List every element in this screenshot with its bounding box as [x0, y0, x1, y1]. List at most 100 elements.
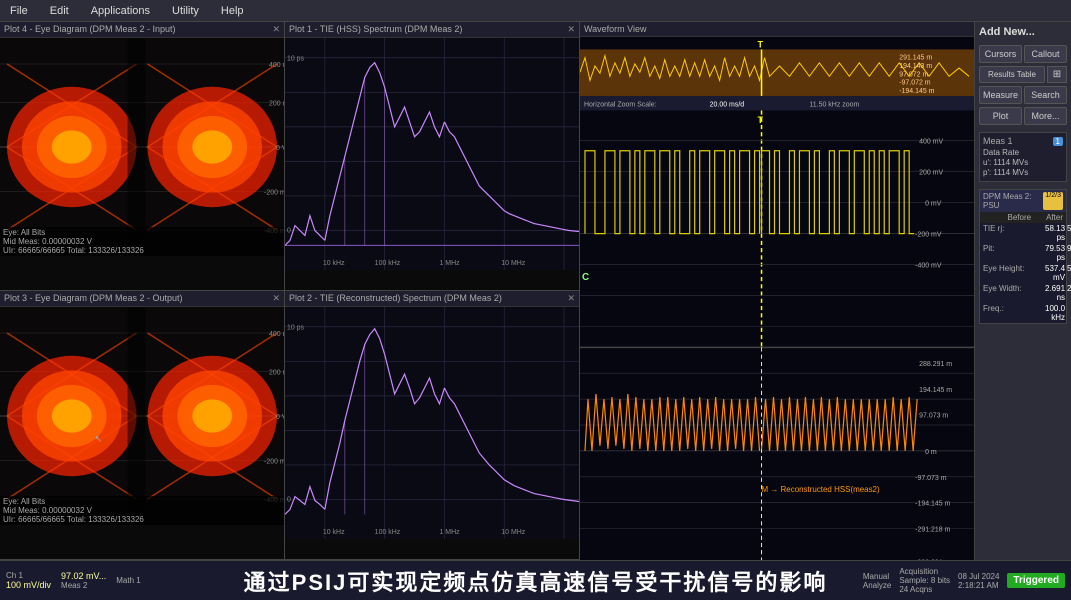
results-icon: ⊞	[1047, 66, 1067, 83]
svg-text:100 kHz: 100 kHz	[375, 529, 401, 536]
more-button[interactable]: More...	[1024, 107, 1067, 125]
svg-text:291.145 m: 291.145 m	[899, 54, 932, 62]
dpm-row-2: Eye Height: 537.4 mV 559.6 mV	[980, 263, 1066, 283]
dpm-after-2: 559.6 mV	[1067, 264, 1071, 282]
eye1-footer-line1: Eye: All Bits	[3, 228, 281, 237]
menu-applications[interactable]: Applications	[85, 3, 156, 19]
svg-text:400 mV: 400 mV	[269, 330, 284, 338]
meas1-data-rate-label: Data Rate	[983, 148, 1019, 157]
datetime-status: 08 Jul 2024 2:18:21 AM	[958, 572, 999, 590]
svg-text:C: C	[582, 272, 590, 283]
meas1-val: u': 1114 MVs	[983, 158, 1028, 167]
svg-text:288.291 m: 288.291 m	[919, 360, 952, 368]
meas1-sub-row: p': 1114 MVs	[983, 168, 1063, 177]
menu-help[interactable]: Help	[215, 3, 250, 19]
svg-text:400 mV: 400 mV	[919, 137, 943, 145]
svg-text:-200 mV: -200 mV	[264, 458, 284, 466]
mode-label: Manual	[863, 572, 891, 581]
svg-text:97.073 m: 97.073 m	[919, 412, 948, 420]
sidebar-row-3: Measure Search	[979, 86, 1067, 104]
time-label: 2:18:21 AM	[958, 581, 999, 590]
triggered-badge: Triggered	[1007, 573, 1065, 588]
spec1-svg: 10 ps 0 10 kHz 100 kHz 1 MHz 10 MHz	[285, 38, 579, 270]
left-panel-group: Plot 4 - Eye Diagram (DPM Meas 2 - Input…	[0, 22, 285, 560]
svg-text:1 MHz: 1 MHz	[439, 260, 460, 267]
panel-title-eye2: Plot 3 - Eye Diagram (DPM Meas 2 - Outpu…	[0, 291, 284, 307]
svg-text:200 mV: 200 mV	[269, 368, 284, 376]
dpm-col-after: After	[1046, 213, 1063, 222]
eye1-close[interactable]: ✕	[272, 24, 280, 35]
dpm-label-3: Eye Width:	[983, 284, 1043, 302]
menu-bar: File Edit Applications Utility Help	[0, 0, 1071, 22]
spec2-close[interactable]: ✕	[567, 293, 575, 304]
results-table-button[interactable]: Results Table	[979, 66, 1045, 83]
svg-text:200 mV: 200 mV	[269, 99, 284, 107]
spectrum-panel-2: Plot 2 - TIE (Reconstructed) Spectrum (D…	[285, 291, 579, 560]
right-panel-group: Waveform View T 291.145 m 194.143 m 97.0…	[580, 22, 975, 560]
svg-text:0 m: 0 m	[925, 448, 937, 456]
dpm-row-0: TIE rj: 58.13 ps 54.13 ps	[980, 223, 1066, 243]
dpm-label-0: TIE rj:	[983, 224, 1043, 242]
dpm-title: DPM Meas 2: PSU	[983, 192, 1043, 210]
eye1-footer: Eye: All Bits Mid Meas: 0.00000032 V UIr…	[0, 227, 284, 256]
menu-edit[interactable]: Edit	[44, 3, 75, 19]
plot-button[interactable]: Plot	[979, 107, 1022, 125]
meas1-panel: Meas 1 1 Data Rate u': 1114 MVs p': 1114…	[979, 132, 1067, 182]
svg-text:T: T	[758, 39, 764, 49]
svg-text:-291.218 m: -291.218 m	[915, 525, 950, 533]
eye-diagram-input: Plot 4 - Eye Diagram (DPM Meas 2 - Input…	[0, 22, 284, 291]
dpm-col-before: Before	[1008, 213, 1032, 222]
acq-count: 24 Acqns	[899, 585, 950, 594]
meas1-sub: p': 1114 MVs	[983, 168, 1028, 177]
svg-text:0 V: 0 V	[276, 144, 284, 152]
svg-text:200 mV: 200 mV	[919, 168, 943, 176]
date-label: 08 Jul 2024	[958, 572, 999, 581]
eye1-svg: 400 mV 200 mV 0 V -200 mV -400 mV	[0, 38, 284, 256]
waveform-title-text: Waveform View	[584, 24, 647, 34]
eye2-footer-line1: Eye: All Bits	[3, 497, 281, 506]
spec1-title-text: Plot 1 - TIE (HSS) Spectrum (DPM Meas 2)	[289, 24, 462, 35]
eye2-footer: Eye: All Bits Mid Meas: 0.00000032 V UIr…	[0, 496, 284, 525]
svg-text:-200 mV: -200 mV	[264, 189, 284, 197]
spec2-canvas: 10 ps 0 10 kHz 100 kHz 1 MHz 10 MHz	[285, 307, 579, 539]
spec1-canvas: 10 ps 0 10 kHz 100 kHz 1 MHz 10 MHz	[285, 38, 579, 270]
dpm-before-2: 537.4 mV	[1045, 264, 1065, 282]
svg-text:100 kHz: 100 kHz	[375, 260, 401, 267]
svg-text:194.145 m: 194.145 m	[919, 386, 952, 394]
menu-utility[interactable]: Utility	[166, 3, 205, 19]
ch1-sub: Meas 2	[61, 581, 106, 590]
svg-text:10 MHz: 10 MHz	[501, 529, 526, 536]
svg-text:10 kHz: 10 kHz	[323, 529, 345, 536]
middle-panel-group: Plot 1 - TIE (HSS) Spectrum (DPM Meas 2)…	[285, 22, 580, 560]
cursors-button[interactable]: Cursors	[979, 45, 1022, 63]
eye2-footer-line2: Mid Meas: 0.00000032 V	[3, 506, 281, 515]
panel-title-eye1: Plot 4 - Eye Diagram (DPM Meas 2 - Input…	[0, 22, 284, 38]
spec1-close[interactable]: ✕	[567, 24, 575, 35]
waveform-title-bar: Waveform View	[580, 22, 974, 37]
math1-status: Math 1	[116, 576, 140, 585]
svg-text:10 MHz: 10 MHz	[501, 260, 526, 267]
svg-text:T: T	[758, 115, 764, 125]
sidebar-row-4: Plot More...	[979, 107, 1067, 125]
meas1-header: Meas 1 1	[983, 136, 1063, 146]
meas1-data-rate: Data Rate	[983, 148, 1063, 157]
dpm-label-2: Eye Height:	[983, 264, 1043, 282]
menu-file[interactable]: File	[4, 3, 34, 19]
eye2-close[interactable]: ✕	[272, 293, 280, 304]
svg-text:10 ps: 10 ps	[287, 325, 305, 332]
dpm-row-4: Freq.: 100.0 kHz	[980, 303, 1066, 323]
status-right: Manual Analyze Acquisition Sample: 8 bit…	[857, 561, 1071, 600]
svg-text:↖: ↖	[95, 434, 103, 444]
sidebar: Add New... Cursors Callout Results Table…	[975, 22, 1071, 560]
svg-text:10 ps: 10 ps	[287, 56, 305, 63]
sidebar-row-1: Cursors Callout	[979, 45, 1067, 63]
dpm-row-1: Pit: 79.53 ps 9.982 ps	[980, 243, 1066, 263]
dpm-header: DPM Meas 2: PSU 1/2/3	[980, 190, 1066, 212]
search-button[interactable]: Search	[1024, 86, 1067, 104]
panel-title-spec2: Plot 2 - TIE (Reconstructed) Spectrum (D…	[285, 291, 579, 307]
svg-text:-194.145 m: -194.145 m	[899, 87, 934, 95]
dpm-before-0: 58.13 ps	[1045, 224, 1065, 242]
callout-button[interactable]: Callout	[1024, 45, 1067, 63]
sidebar-title: Add New...	[979, 26, 1067, 38]
measure-button[interactable]: Measure	[979, 86, 1022, 104]
